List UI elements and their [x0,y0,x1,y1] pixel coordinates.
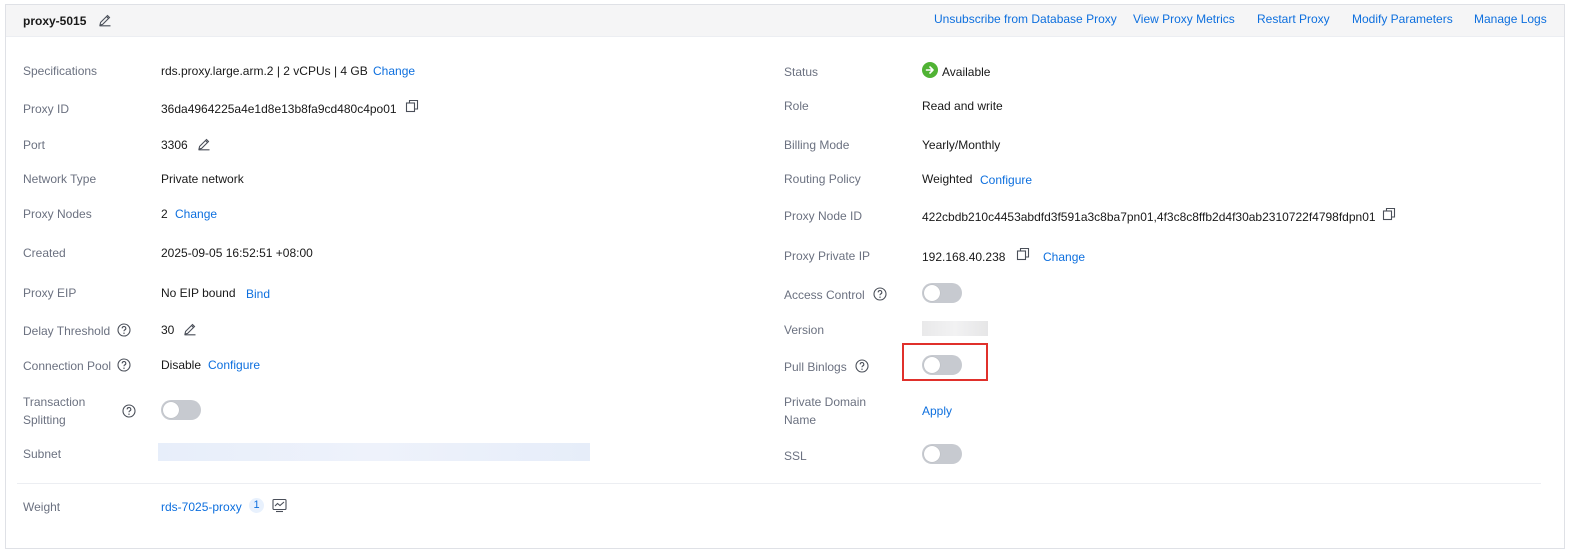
edit-port-icon[interactable] [197,137,211,151]
modify-parameters-link[interactable]: Modify Parameters [1352,12,1453,26]
proxy-nodes-value: 2 [161,207,168,221]
apply-private-domain-link[interactable]: Apply [922,404,952,418]
panel-header: proxy-5015 Unsubscribe from Database Pro… [6,5,1564,37]
weight-monitor-icon[interactable] [272,498,287,516]
specifications-label: Specifications [23,64,98,78]
copy-private-ip-icon[interactable] [1016,247,1030,261]
created-value: 2025-09-05 16:52:51 +08:00 [161,246,313,260]
version-label: Version [784,323,825,337]
pull-binlogs-toggle[interactable] [922,355,962,375]
network-type-value: Private network [161,172,244,186]
section-divider [17,483,1541,484]
edit-delay-threshold-icon[interactable] [183,322,197,336]
proxy-nodes-label: Proxy Nodes [23,207,92,221]
specifications-value: rds.proxy.large.arm.2 | 2 vCPUs | 4 GB [161,64,368,78]
pull-binlogs-help-icon[interactable] [855,359,869,373]
connection-pool-value: Disable [161,358,202,372]
status-label: Status [784,65,819,79]
manage-logs-link[interactable]: Manage Logs [1474,12,1547,26]
available-status-icon [922,62,938,81]
connection-pool-help-icon[interactable] [117,358,131,372]
change-proxy-nodes-link[interactable]: Change [175,207,217,221]
weight-label: Weight [23,500,61,514]
ssl-label: SSL [784,449,807,463]
transaction-splitting-label-line1: Transaction [23,395,86,409]
configure-connection-pool-link[interactable]: Configure [208,358,260,372]
port-value: 3306 [161,138,188,152]
port-label: Port [23,138,46,152]
unsubscribe-proxy-link[interactable]: Unsubscribe from Database Proxy [934,12,1117,26]
weight-instance-link[interactable]: rds-7025-proxy [161,500,242,514]
proxy-id-value: 36da4964225a4e1d8e13b8fa9cd480c4po01 [161,102,397,116]
bind-eip-link[interactable]: Bind [246,287,270,301]
proxy-eip-label: Proxy EIP [23,286,77,300]
ssl-toggle[interactable] [922,444,962,464]
change-specifications-link[interactable]: Change [373,64,415,78]
copy-proxy-id-icon[interactable] [405,99,419,113]
proxy-detail-panel: proxy-5015 Unsubscribe from Database Pro… [5,4,1565,549]
access-control-label: Access Control [784,288,865,302]
delay-threshold-label: Delay Threshold [23,324,111,338]
subnet-value-redacted [158,443,590,461]
version-value-redacted [922,321,988,336]
proxy-node-id-value: 422cbdb210c4453abdfd3f591a3c8ba7pn01,4f3… [922,210,1376,224]
access-control-toggle[interactable] [922,283,962,303]
proxy-id-label: Proxy ID [23,102,70,116]
delay-threshold-help-icon[interactable] [117,323,131,337]
view-proxy-metrics-link[interactable]: View Proxy Metrics [1133,12,1235,26]
transaction-splitting-label-line2: Splitting [23,413,66,427]
billing-mode-label: Billing Mode [784,138,850,152]
transaction-splitting-help-icon[interactable] [122,404,136,418]
billing-mode-value: Yearly/Monthly [922,138,1001,152]
role-label: Role [784,99,809,113]
routing-policy-value: Weighted [922,172,973,186]
edit-name-icon[interactable] [98,13,112,27]
routing-policy-label: Routing Policy [784,172,861,186]
delay-threshold-value: 30 [161,323,175,337]
network-type-label: Network Type [23,172,97,186]
connection-pool-label: Connection Pool [23,359,112,373]
proxy-private-ip-value: 192.168.40.238 [922,250,1006,264]
private-domain-name-label-line1: Private Domain [784,395,867,409]
change-private-ip-link[interactable]: Change [1043,250,1085,264]
proxy-eip-value: No EIP bound [161,286,236,300]
transaction-splitting-toggle[interactable] [161,400,201,420]
subnet-label: Subnet [23,447,62,461]
configure-routing-policy-link[interactable]: Configure [980,173,1032,187]
copy-proxy-node-id-icon[interactable] [1382,207,1396,221]
pull-binlogs-label: Pull Binlogs [784,360,847,374]
private-domain-name-label-line2: Name [784,413,817,427]
restart-proxy-link[interactable]: Restart Proxy [1257,12,1330,26]
access-control-help-icon[interactable] [873,287,887,301]
proxy-node-id-label: Proxy Node ID [784,209,863,223]
role-value: Read and write [922,99,1003,113]
status-value: Available [942,65,991,79]
proxy-name-title: proxy-5015 [23,14,87,28]
weight-count-badge: 1 [249,498,264,513]
created-label: Created [23,246,66,260]
proxy-private-ip-label: Proxy Private IP [784,249,871,263]
